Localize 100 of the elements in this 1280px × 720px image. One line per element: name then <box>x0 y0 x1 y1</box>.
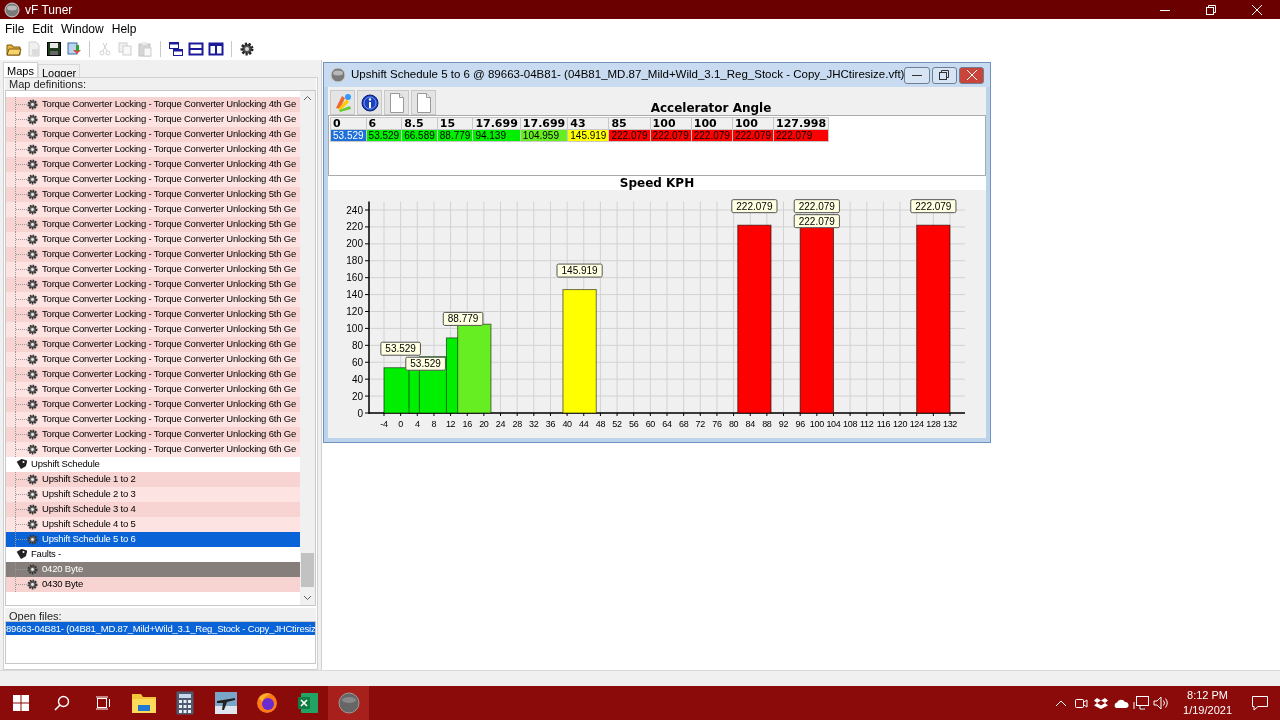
data-label: 222.079 <box>793 199 840 214</box>
y-tick-label: 220 <box>346 221 363 233</box>
tool-button[interactable] <box>357 90 382 115</box>
tree-item[interactable]: 0430 Byte <box>6 577 300 592</box>
clipboard-icon <box>137 41 153 57</box>
arrow-up-icon[interactable] <box>303 95 312 101</box>
restore-icon <box>1206 4 1216 15</box>
speech-bubble-icon <box>1251 695 1269 711</box>
x-tick-label: 44 <box>579 419 589 429</box>
y-tick-label: 240 <box>346 204 363 216</box>
y-tick-label: 20 <box>351 390 363 402</box>
tree-label: 0420 Byte <box>42 562 83 577</box>
menu-item[interactable]: Help <box>107 19 141 38</box>
toolbar-button[interactable] <box>208 40 224 58</box>
column-header: 100 <box>650 117 692 130</box>
gear-icon <box>27 144 38 155</box>
gear-icon <box>27 189 38 200</box>
toolbar-button[interactable] <box>168 40 184 58</box>
gear-icon <box>27 204 38 215</box>
gear-icon <box>27 399 38 410</box>
gear-icon <box>27 534 38 545</box>
x-tick-label: 52 <box>612 419 622 429</box>
panel-tab[interactable]: Maps <box>3 62 38 77</box>
x-tick-label: 28 <box>512 419 522 429</box>
toolbar-button[interactable] <box>239 40 255 58</box>
gear-icon <box>27 294 38 305</box>
search-icon <box>53 695 70 711</box>
section-label: Open files: <box>5 608 316 621</box>
fox-circle-icon <box>255 692 278 714</box>
open-file-item[interactable]: 89663-04B81- (04B81_MD.87_Mild+Wild_3.1_Reg_Stock - Copy_JHCtiresiz <box>6 622 315 635</box>
x-tick-label: 56 <box>629 419 639 429</box>
close-icon <box>966 70 977 80</box>
section-label: Map definitions: <box>5 78 316 90</box>
x-tick-label: 92 <box>778 419 789 429</box>
annotation: 222.079 <box>915 200 952 212</box>
annotation: 53.529 <box>410 358 442 370</box>
scrollbar-thumb[interactable] <box>301 553 314 587</box>
x-tick-label: 116 <box>876 419 891 429</box>
data-label: 222.079 <box>793 214 840 229</box>
scissors-icon <box>97 41 113 57</box>
x-tick-label: 80 <box>728 419 739 429</box>
annotation: 222.079 <box>798 200 836 212</box>
cloud-icon <box>1113 697 1130 709</box>
gear-icon <box>27 504 38 515</box>
data-label: 222.079 <box>731 199 778 214</box>
cascade-icon <box>168 41 184 57</box>
tree-item[interactable]: Upshift Schedule 3 to 4 <box>6 502 300 517</box>
column-header: 100 <box>732 117 774 130</box>
gear-icon <box>27 384 38 395</box>
toolbar-button[interactable] <box>46 40 62 58</box>
gear-icon <box>27 174 38 185</box>
tree-label: Upshift Schedule 4 to 5 <box>42 517 136 532</box>
gear-icon <box>27 489 38 500</box>
menu-item[interactable]: File <box>1 19 29 38</box>
tree-label: Upshift Schedule <box>31 457 100 472</box>
restore-button[interactable] <box>931 66 958 84</box>
gear-icon <box>27 249 38 260</box>
open-box-icon <box>1094 697 1109 709</box>
x-tick-label: -4 <box>380 419 388 429</box>
tree-item[interactable]: Upshift Schedule 1 to 2 <box>6 472 300 487</box>
tree-item[interactable]: Upshift Schedule 4 to 5 <box>6 517 300 532</box>
x-tick-label: 40 <box>562 419 572 429</box>
scrollbar[interactable] <box>300 91 315 605</box>
monitor-icon <box>1133 696 1150 710</box>
arrow-down-icon[interactable] <box>303 595 312 601</box>
gear-icon <box>27 219 38 230</box>
export-icon <box>66 41 82 57</box>
annotation: 222.079 <box>798 215 836 227</box>
gear-icon <box>27 234 38 245</box>
tree-item[interactable]: Upshift Schedule 2 to 3 <box>6 487 300 502</box>
gear-icon <box>27 519 38 530</box>
x-tick-label: 72 <box>695 419 705 429</box>
menu-item[interactable]: Edit <box>28 19 58 38</box>
minimize-button[interactable] <box>904 66 930 84</box>
x-tick-label: 88 <box>762 419 772 429</box>
circle-logo-icon <box>4 1 20 18</box>
column-header: 17.699 <box>520 117 568 130</box>
gear-icon <box>27 564 38 575</box>
column-header: 127.998 <box>773 117 829 130</box>
window-title: vF Tuner <box>25 1 73 19</box>
gear-icon <box>27 129 38 140</box>
data-label: 53.529 <box>380 341 421 356</box>
four-squares-icon <box>12 695 29 711</box>
gear-icon <box>239 41 255 57</box>
column-header: 6 <box>366 117 402 130</box>
gear-icon <box>27 354 38 365</box>
toolbar-button[interactable] <box>188 40 204 58</box>
circle-logo-icon <box>330 67 346 83</box>
tree-item[interactable]: Upshift Schedule 5 to 6 <box>6 532 300 547</box>
tree-label: Upshift Schedule 1 to 2 <box>42 472 136 487</box>
data-label: 88.779 <box>442 311 484 326</box>
restore-icon <box>939 70 950 80</box>
tree-label: 0430 Byte <box>42 577 83 592</box>
gear-icon <box>27 444 38 455</box>
y-tick-label: 120 <box>346 306 363 317</box>
x-tick-label: 64 <box>662 419 672 429</box>
calculator-icon <box>175 691 194 715</box>
y-tick-label: 100 <box>346 322 363 334</box>
tree-item[interactable]: 0420 Byte <box>6 562 300 577</box>
menu-item[interactable]: Window <box>57 19 108 38</box>
